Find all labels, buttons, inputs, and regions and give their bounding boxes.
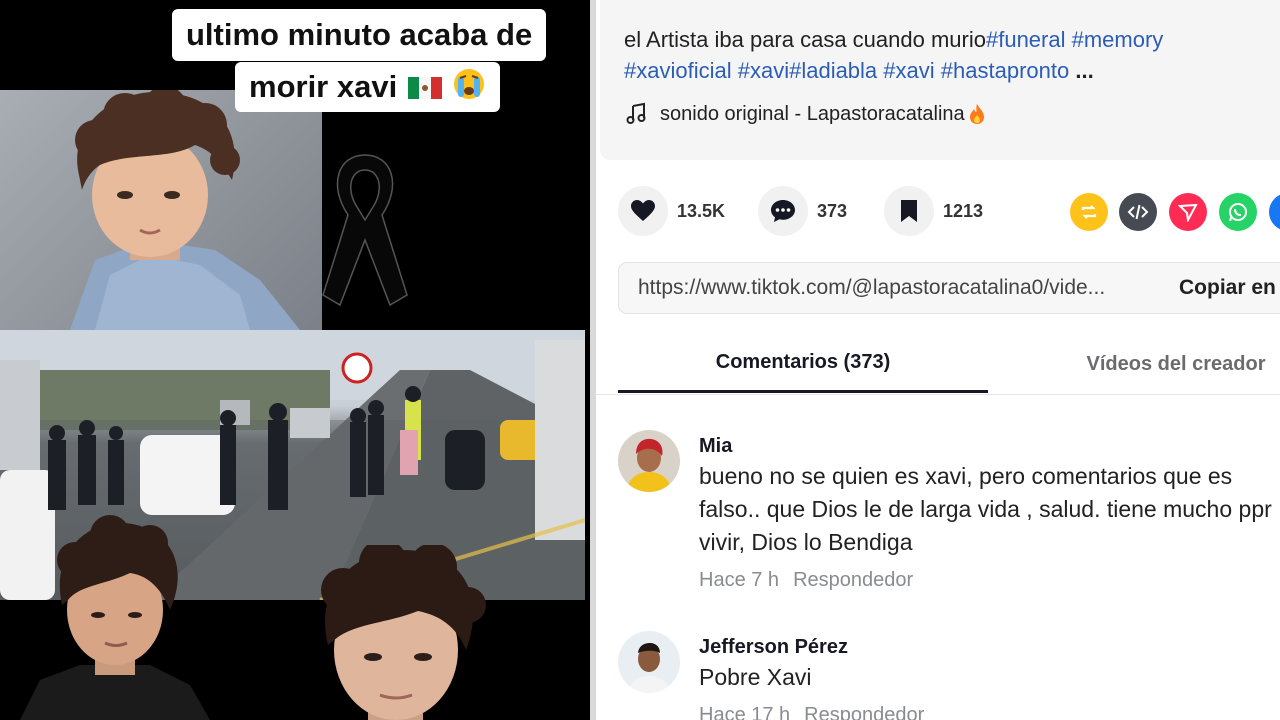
video-caption-line-1: ultimo minuto acaba de xyxy=(172,9,547,61)
black-mourning-ribbon-icon xyxy=(318,145,413,320)
comment-text: bueno no se quien es xavi, pero comentar… xyxy=(699,463,1272,555)
save-count: 1213 xyxy=(943,200,984,221)
comments-tabs: Comentarios (373) Vídeos del creador xyxy=(596,335,1280,395)
save-button[interactable] xyxy=(884,186,934,236)
share-link-row: https://www.tiktok.com/@lapastoracatalin… xyxy=(618,262,1280,314)
comment-button[interactable] xyxy=(758,186,808,236)
whatsapp-icon[interactable] xyxy=(1219,193,1257,231)
comment-action[interactable]: 373 xyxy=(758,186,847,236)
screenshot-root: ultimo minuto acaba de morir xavi el Art… xyxy=(0,0,1280,720)
hashtag-link[interactable]: #memory xyxy=(1072,27,1164,52)
comment-username[interactable]: Mia xyxy=(699,434,1279,458)
sound-name: sonido original - Lapastoracatalina xyxy=(660,102,965,125)
video-photo-portrait-top xyxy=(0,90,322,330)
fire-icon xyxy=(969,104,984,124)
repost-icon[interactable] xyxy=(1070,193,1108,231)
hashtag-link[interactable]: #hastapronto xyxy=(941,58,1069,83)
action-bar: 13.5K 373 1213 xyxy=(618,186,1280,236)
comment-body: Mia bueno no se quien es xavi, pero come… xyxy=(699,434,1279,592)
description-text: el Artista iba para casa cuando murio xyxy=(624,27,986,52)
avatar[interactable] xyxy=(618,430,680,492)
video-photo-portrait-bottom-left xyxy=(20,515,210,720)
tab-comments[interactable]: Comentarios (373) xyxy=(618,335,988,393)
comment-time: Hace 17 h xyxy=(699,704,791,720)
crying-face-icon xyxy=(452,67,486,99)
comment-body: Jefferson Pérez Pobre Xavi Hace 17 h Res… xyxy=(699,635,1279,720)
comment-count: 373 xyxy=(817,200,848,221)
video-player[interactable]: ultimo minuto acaba de morir xavi xyxy=(0,0,590,720)
like-action[interactable]: 13.5K xyxy=(618,186,725,236)
tiktok-video-details-panel: el Artista iba para casa cuando murio#fu… xyxy=(596,0,1280,720)
description-more[interactable]: ... xyxy=(1075,58,1093,83)
hashtag-link[interactable]: #funeral xyxy=(986,27,1066,52)
save-action[interactable]: 1213 xyxy=(884,186,983,236)
hashtag-link[interactable]: #xavioficial xyxy=(624,58,732,83)
bookmark-icon xyxy=(901,200,917,222)
avatar[interactable] xyxy=(618,631,680,693)
like-button[interactable] xyxy=(618,186,668,236)
video-caption-line-2-text: morir xavi xyxy=(249,69,398,104)
heart-icon xyxy=(631,200,655,221)
hashtag-link[interactable]: #xavi xyxy=(738,58,789,83)
comment-text: Pobre Xavi xyxy=(699,664,812,690)
description-box: el Artista iba para casa cuando murio#fu… xyxy=(600,0,1280,160)
video-photo-portrait-bottom-right xyxy=(298,545,498,720)
music-note-icon xyxy=(626,102,646,124)
comment-time: Hace 7 h xyxy=(699,569,780,591)
video-description: el Artista iba para casa cuando murio#fu… xyxy=(624,24,1280,86)
hashtag-link[interactable]: #ladiabla xyxy=(789,58,877,83)
video-caption-line-2: morir xavi xyxy=(235,62,501,112)
embed-icon[interactable] xyxy=(1119,193,1157,231)
copy-link-button[interactable]: Copiar en xyxy=(1164,276,1276,300)
comment-bubble-icon xyxy=(771,200,795,222)
comment-reply-button[interactable]: Respondedor xyxy=(793,569,913,592)
send-icon[interactable] xyxy=(1169,193,1207,231)
comment-meta: Hace 7 h Respondedor xyxy=(699,569,1279,592)
tab-creator-videos[interactable]: Vídeos del creador xyxy=(1046,335,1280,393)
mexico-flag-icon xyxy=(407,71,442,99)
facebook-icon[interactable] xyxy=(1269,193,1280,231)
hashtag-link[interactable]: #xavi xyxy=(883,58,934,83)
comment-username[interactable]: Jefferson Pérez xyxy=(699,635,1279,659)
comment-meta: Hace 17 h Respondedor xyxy=(699,704,1279,720)
share-link-url[interactable]: https://www.tiktok.com/@lapastoracatalin… xyxy=(619,276,1164,300)
like-count: 13.5K xyxy=(677,200,726,221)
comment-reply-button[interactable]: Respondedor xyxy=(804,704,924,720)
video-caption-line-1-text: ultimo minuto acaba de xyxy=(186,17,533,52)
sound-link[interactable]: sonido original - Lapastoracatalina xyxy=(624,102,1280,126)
